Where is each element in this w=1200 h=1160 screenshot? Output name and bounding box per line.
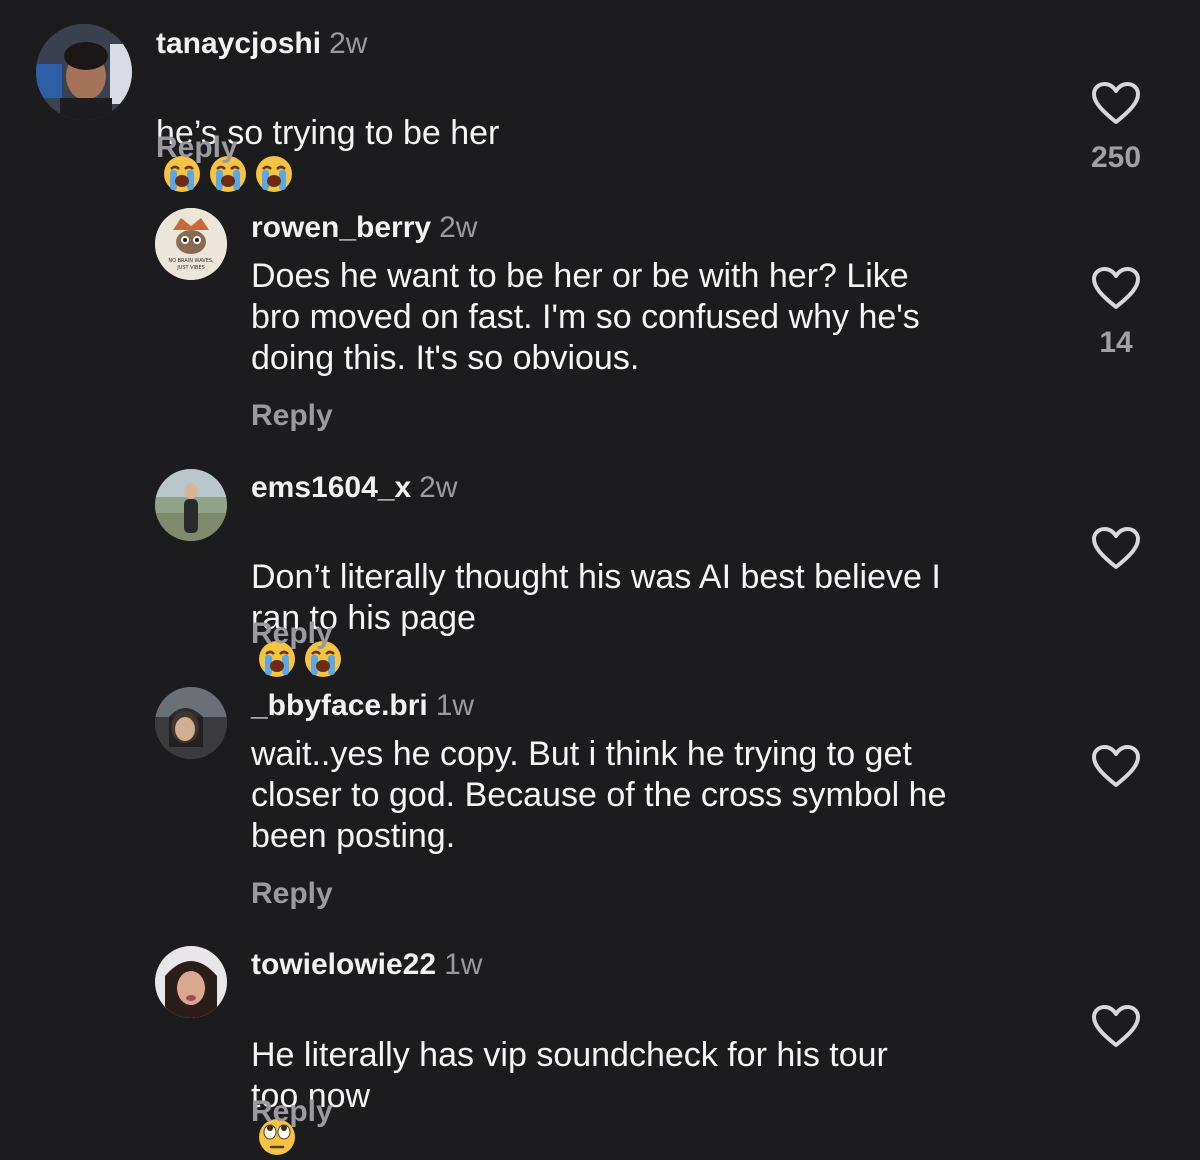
username[interactable]: towielowie22	[251, 948, 436, 981]
avatar[interactable]: NO BRAIN WAVES, JUST VIBES	[155, 208, 227, 280]
timestamp: 1w	[444, 948, 483, 981]
like-count: 250	[1090, 141, 1142, 174]
reply-button[interactable]: Reply	[251, 398, 333, 434]
reply-button[interactable]: Reply	[251, 876, 333, 912]
heart-icon[interactable]	[1091, 82, 1141, 126]
timestamp: 2w	[329, 27, 368, 60]
like-button[interactable]: 14	[1086, 267, 1146, 361]
avatar[interactable]	[155, 946, 227, 1018]
comment-text: Does he want to be her or be with her? L…	[251, 257, 920, 377]
like-button[interactable]: 250	[1086, 82, 1146, 176]
reply-button[interactable]: Reply	[251, 616, 333, 652]
reply-button[interactable]: Reply	[251, 1094, 333, 1130]
comment-text: He literally has vip soundcheck for his …	[251, 994, 888, 1160]
username[interactable]: rowen_berry	[251, 211, 431, 244]
username[interactable]: tanaycjoshi	[156, 27, 321, 60]
like-button[interactable]	[1086, 1005, 1146, 1049]
timestamp: 2w	[419, 471, 458, 504]
avatar[interactable]	[36, 24, 132, 120]
like-button[interactable]	[1086, 745, 1146, 789]
svg-text:JUST VIBES: JUST VIBES	[176, 265, 205, 271]
heart-icon[interactable]	[1091, 745, 1141, 789]
avatar[interactable]	[155, 687, 227, 759]
like-count: 14	[1099, 326, 1133, 359]
comment-text: Don’t literally thought his was AI best …	[251, 516, 941, 682]
heart-icon[interactable]	[1091, 267, 1141, 311]
svg-text:NO BRAIN WAVES,: NO BRAIN WAVES,	[168, 258, 214, 264]
avatar[interactable]	[155, 469, 227, 541]
reply-button[interactable]: Reply	[156, 130, 238, 166]
timestamp: 1w	[435, 689, 475, 722]
username[interactable]: ems1604_x	[251, 471, 411, 504]
heart-icon[interactable]	[1091, 1005, 1141, 1049]
username[interactable]: _bbyface.bri	[251, 689, 428, 722]
loudly-crying-face-icon	[256, 156, 292, 192]
like-button[interactable]	[1086, 527, 1146, 571]
comment-text: wait..yes he copy. But i think he trying…	[251, 735, 947, 855]
heart-icon[interactable]	[1091, 527, 1141, 571]
timestamp: 2w	[439, 211, 478, 244]
